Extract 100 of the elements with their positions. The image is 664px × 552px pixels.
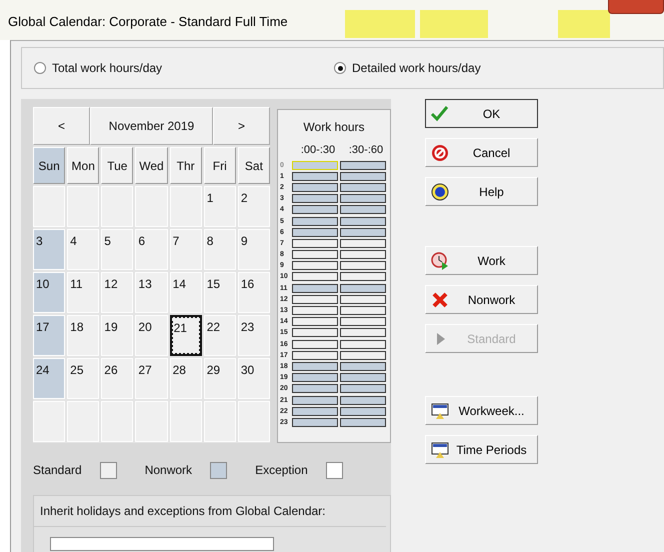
day-cell[interactable]: 21: [170, 315, 202, 356]
time-slot[interactable]: [340, 328, 386, 338]
day-cell[interactable]: 10: [33, 272, 66, 313]
radio-label[interactable]: Detailed work hours/day: [352, 59, 481, 77]
time-slot[interactable]: [340, 194, 386, 204]
day-cell[interactable]: 8: [204, 229, 236, 270]
time-slot[interactable]: [292, 373, 338, 382]
day-cell[interactable]: 20: [135, 315, 168, 356]
day-cell[interactable]: [238, 401, 270, 442]
day-cell[interactable]: 24: [33, 358, 66, 399]
weekday-header[interactable]: Sat: [238, 147, 270, 184]
dialog-button[interactable]: Cancel: [425, 138, 538, 167]
dialog-button[interactable]: Workweek...: [425, 396, 538, 425]
time-slot[interactable]: [340, 182, 386, 192]
time-slot[interactable]: [340, 205, 386, 214]
time-slot[interactable]: [292, 350, 338, 360]
day-cell[interactable]: [101, 401, 134, 442]
time-slot[interactable]: [340, 250, 386, 260]
day-cell[interactable]: [67, 186, 100, 227]
time-slot[interactable]: [292, 272, 338, 282]
weekday-header[interactable]: Tue: [101, 147, 134, 184]
day-cell[interactable]: [101, 186, 134, 227]
time-slot[interactable]: [340, 284, 386, 293]
day-cell[interactable]: 1: [204, 186, 236, 227]
time-slot[interactable]: [292, 261, 338, 270]
day-cell[interactable]: 15: [204, 272, 236, 313]
day-cell[interactable]: 4: [67, 229, 100, 270]
radio-label[interactable]: Total work hours/day: [52, 59, 162, 77]
time-slot[interactable]: [340, 406, 386, 416]
day-cell[interactable]: 9: [238, 229, 270, 270]
day-cell[interactable]: 13: [135, 272, 168, 313]
day-cell[interactable]: [204, 401, 236, 442]
dialog-button[interactable]: Work: [425, 246, 538, 275]
time-slot[interactable]: [340, 294, 386, 304]
time-slot[interactable]: [340, 238, 386, 248]
time-slot[interactable]: [340, 362, 386, 371]
time-slot[interactable]: [292, 172, 338, 181]
weekday-header[interactable]: Sun: [33, 147, 66, 184]
dialog-button[interactable]: Time Periods: [425, 435, 538, 464]
day-cell[interactable]: [170, 186, 202, 227]
weekday-header[interactable]: Mon: [67, 147, 100, 184]
radio-button[interactable]: [334, 62, 346, 74]
time-slot[interactable]: [292, 238, 338, 248]
day-cell[interactable]: 11: [67, 272, 100, 313]
time-slot[interactable]: [340, 306, 386, 316]
day-cell[interactable]: 17: [33, 315, 66, 356]
next-month-button[interactable]: >: [213, 107, 270, 145]
time-slot[interactable]: [340, 228, 386, 237]
day-cell[interactable]: 14: [170, 272, 202, 313]
radio-button[interactable]: [34, 62, 46, 74]
day-cell[interactable]: 30: [238, 358, 270, 399]
prev-month-button[interactable]: <: [33, 107, 90, 145]
time-slot[interactable]: [340, 340, 386, 349]
day-cell[interactable]: [135, 186, 168, 227]
time-slot[interactable]: [292, 317, 338, 326]
day-cell[interactable]: [67, 401, 100, 442]
time-slot[interactable]: [292, 418, 338, 427]
day-cell[interactable]: 29: [204, 358, 236, 399]
weekday-header[interactable]: Thr: [170, 147, 202, 184]
time-slot[interactable]: [292, 205, 338, 214]
calendar-dropdown[interactable]: [50, 537, 274, 551]
time-slot[interactable]: [292, 328, 338, 338]
time-slot[interactable]: [340, 418, 386, 427]
day-cell[interactable]: 23: [238, 315, 270, 356]
day-cell[interactable]: 3: [33, 229, 66, 270]
time-slot[interactable]: [340, 384, 386, 394]
time-slot[interactable]: [340, 172, 386, 181]
weekday-header[interactable]: Fri: [204, 147, 236, 184]
time-slot[interactable]: [292, 228, 338, 237]
time-slot[interactable]: [292, 362, 338, 371]
time-slot[interactable]: [292, 384, 338, 394]
time-slot[interactable]: [292, 396, 338, 405]
dialog-button[interactable]: OK: [425, 99, 538, 128]
time-slot[interactable]: [292, 340, 338, 349]
day-cell[interactable]: 18: [67, 315, 100, 356]
time-slot[interactable]: [292, 194, 338, 204]
time-slot[interactable]: [340, 272, 386, 282]
time-slot[interactable]: [340, 160, 386, 170]
day-cell[interactable]: 26: [101, 358, 134, 399]
day-cell[interactable]: 7: [170, 229, 202, 270]
weekday-header[interactable]: Wed: [135, 147, 168, 184]
day-cell[interactable]: [33, 401, 66, 442]
time-slot[interactable]: [292, 294, 338, 304]
day-cell[interactable]: 5: [101, 229, 134, 270]
dialog-button[interactable]: Nonwork: [425, 285, 538, 314]
day-cell[interactable]: [135, 401, 168, 442]
day-cell[interactable]: 2: [238, 186, 270, 227]
time-slot[interactable]: [292, 250, 338, 260]
time-slot[interactable]: [340, 373, 386, 382]
time-slot[interactable]: [340, 350, 386, 360]
day-cell[interactable]: 12: [101, 272, 134, 313]
day-cell[interactable]: 27: [135, 358, 168, 399]
time-slot[interactable]: [292, 306, 338, 316]
time-slot[interactable]: [340, 216, 386, 226]
day-cell[interactable]: [33, 186, 66, 227]
day-cell[interactable]: 25: [67, 358, 100, 399]
time-slot[interactable]: [340, 317, 386, 326]
day-cell[interactable]: 19: [101, 315, 134, 356]
day-cell[interactable]: 28: [170, 358, 202, 399]
time-slot[interactable]: [292, 284, 338, 293]
